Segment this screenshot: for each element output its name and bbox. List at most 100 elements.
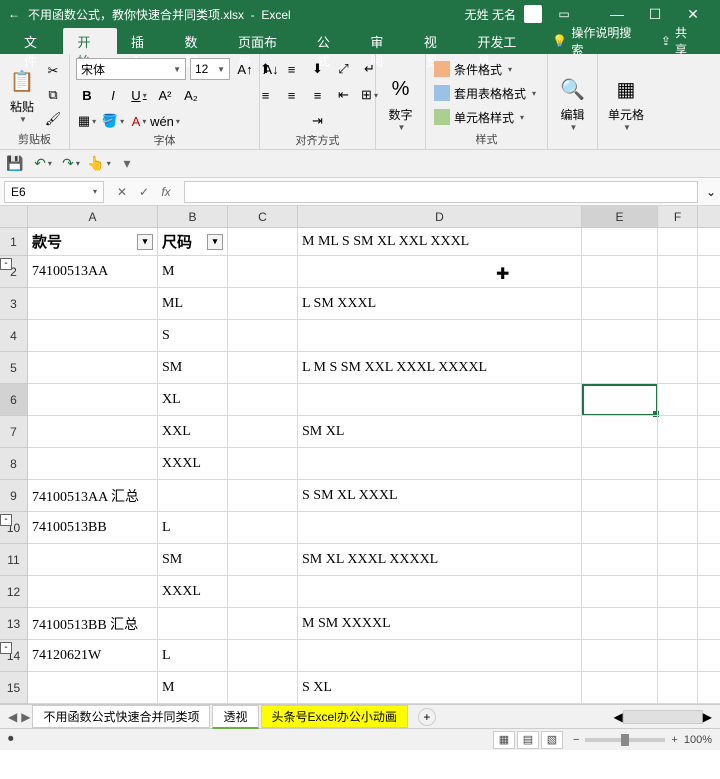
cut-icon[interactable]: ✂ [42, 60, 64, 82]
zoom-level[interactable]: 100% [684, 734, 712, 746]
cell[interactable]: 74100513AA 汇总 [28, 480, 158, 511]
col-header-b[interactable]: B [158, 206, 228, 227]
cell[interactable] [582, 544, 658, 575]
cell[interactable] [158, 608, 228, 639]
sheet-tab-3[interactable]: 头条号Excel办公小动画 [261, 705, 408, 728]
view-page-break-icon[interactable]: ▧ [541, 731, 563, 749]
font-color-button[interactable]: A▾ [128, 110, 150, 132]
cell[interactable]: L [158, 512, 228, 543]
header-cell-d[interactable]: M ML S SM XL XXL XXXL [298, 228, 582, 255]
add-sheet-button[interactable]: + [418, 708, 436, 726]
increase-indent-icon[interactable]: ⇥ [307, 110, 329, 132]
cell[interactable] [298, 256, 582, 287]
cell[interactable]: M [158, 672, 228, 703]
header-cell-size[interactable]: 尺码▾ [158, 228, 228, 255]
row-header[interactable]: 11 [0, 544, 28, 576]
col-header-e[interactable]: E [582, 206, 658, 227]
cell[interactable] [28, 576, 158, 607]
cell[interactable] [298, 512, 582, 543]
cell[interactable]: 74100513BB [28, 512, 158, 543]
cell[interactable] [658, 576, 698, 607]
edit-button[interactable]: 🔍 编辑 ▼ [554, 74, 591, 132]
cell[interactable] [582, 640, 658, 671]
tab-dev[interactable]: 开发工具 [463, 28, 542, 54]
row-header[interactable]: 15 [0, 672, 28, 704]
tab-insert[interactable]: 插入 [117, 28, 170, 54]
cells-area[interactable]: 款号▾ 尺码▾ M ML S SM XL XXL XXXL ✚ -7410051… [28, 228, 720, 704]
back-icon[interactable]: ← [8, 7, 20, 21]
cell[interactable] [228, 640, 298, 671]
user-name[interactable]: 无姓 无名 [465, 6, 516, 23]
cell[interactable]: L M S SM XXL XXXL XXXXL [298, 352, 582, 383]
cell[interactable]: S XL [298, 672, 582, 703]
avatar[interactable] [524, 5, 542, 23]
number-format-button[interactable]: % 数字 ▼ [382, 74, 419, 132]
cell[interactable] [658, 512, 698, 543]
paste-button[interactable]: 📋 粘贴 ▼ [6, 66, 38, 124]
cell[interactable]: SM XL [298, 416, 582, 447]
tab-view[interactable]: 视图 [410, 28, 463, 54]
view-normal-icon[interactable]: ▦ [493, 731, 515, 749]
sheet-nav-next-icon[interactable]: ▶ [21, 710, 30, 724]
cancel-formula-icon[interactable]: ✕ [112, 185, 132, 199]
align-center-icon[interactable]: ≡ [281, 84, 303, 106]
cell[interactable] [28, 384, 158, 415]
cell[interactable]: XL [158, 384, 228, 415]
cell[interactable]: 74100513BB 汇总 [28, 608, 158, 639]
cell[interactable] [298, 448, 582, 479]
cell[interactable] [658, 608, 698, 639]
row-header[interactable]: 3 [0, 288, 28, 320]
cell[interactable] [158, 480, 228, 511]
tell-me-search[interactable]: 💡 操作说明搜索 [542, 24, 651, 58]
align-top-icon[interactable]: ⬆ [255, 58, 277, 80]
name-box[interactable]: E6▾ [4, 181, 104, 203]
row-header[interactable]: 7 [0, 416, 28, 448]
cell[interactable]: ML [158, 288, 228, 319]
font-size-select[interactable]: 12▼ [190, 58, 230, 80]
cell[interactable] [658, 448, 698, 479]
sheet-tab-1[interactable]: 不用函数公式快速合并同类项 [32, 705, 210, 728]
cell[interactable] [28, 448, 158, 479]
cell[interactable]: SM XL XXXL XXXXL [298, 544, 582, 575]
col-header-f[interactable]: F [658, 206, 698, 227]
cell[interactable] [658, 480, 698, 511]
row-header[interactable]: 5 [0, 352, 28, 384]
cell[interactable] [658, 416, 698, 447]
cell[interactable] [582, 416, 658, 447]
cell-style-button[interactable]: 单元格样式▾ [432, 106, 526, 128]
zoom-slider[interactable] [585, 738, 665, 742]
cell[interactable] [298, 384, 582, 415]
formula-input[interactable] [184, 181, 698, 203]
cell[interactable] [582, 256, 658, 287]
scroll-left-icon[interactable]: ◀ [614, 710, 623, 724]
cell[interactable]: S [158, 320, 228, 351]
underline-button[interactable]: U▾ [128, 84, 150, 106]
outline-toggle-icon[interactable]: - [0, 642, 12, 654]
cell[interactable] [582, 672, 658, 703]
fx-icon[interactable]: fx [156, 185, 176, 199]
cell[interactable] [658, 640, 698, 671]
cells-button[interactable]: ▦ 单元格 ▼ [604, 74, 648, 132]
tab-data[interactable]: 数据 [170, 28, 223, 54]
cell[interactable] [658, 384, 698, 415]
cell[interactable] [658, 352, 698, 383]
select-all-corner[interactable] [0, 206, 28, 227]
zoom-out-icon[interactable]: − [573, 734, 579, 746]
cell[interactable] [228, 352, 298, 383]
cell[interactable] [582, 480, 658, 511]
cell[interactable]: XXXL [158, 576, 228, 607]
cell[interactable] [582, 288, 658, 319]
fill-color-button[interactable]: 🪣▾ [102, 110, 124, 132]
cell[interactable] [228, 384, 298, 415]
cell[interactable] [228, 256, 298, 287]
cell[interactable] [28, 320, 158, 351]
decrease-indent-icon[interactable]: ⇤ [333, 84, 355, 106]
cell[interactable] [582, 384, 658, 415]
cell[interactable] [582, 352, 658, 383]
cell[interactable] [582, 512, 658, 543]
sheet-nav-prev-icon[interactable]: ◀ [8, 710, 17, 724]
align-right-icon[interactable]: ≡ [307, 84, 329, 106]
border-button[interactable]: ▦▾ [76, 110, 98, 132]
italic-button[interactable]: I [102, 84, 124, 106]
row-header[interactable]: 12 [0, 576, 28, 608]
